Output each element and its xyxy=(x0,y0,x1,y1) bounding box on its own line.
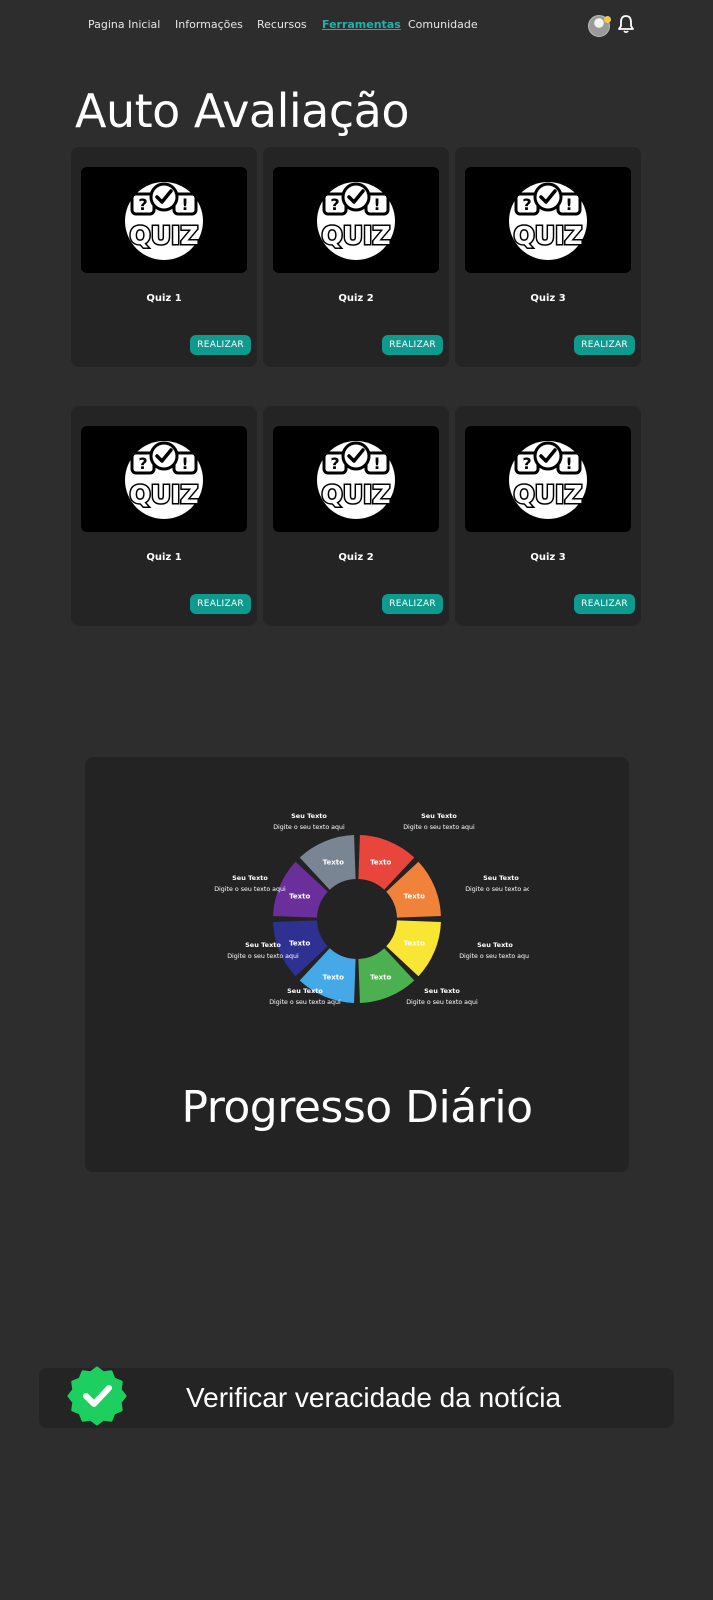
quiz-icon: ? ! QUIZ xyxy=(317,182,395,260)
quiz-image: ? ! QUIZ xyxy=(465,167,631,273)
badge-shape xyxy=(67,1366,127,1426)
wheel-callout-title: Seu Texto xyxy=(291,812,327,820)
quiz-card: ? ! QUIZ Quiz 2 REALIZAR xyxy=(263,406,449,626)
svg-text:!: ! xyxy=(565,454,572,473)
status-dot xyxy=(604,16,611,23)
quiz-image-text: QUIZ xyxy=(130,480,199,509)
realizar-button[interactable]: REALIZAR xyxy=(190,594,251,614)
quiz-card: ? ! QUIZ Quiz 1 REALIZAR xyxy=(71,147,257,367)
svg-text:?: ? xyxy=(522,454,531,473)
realizar-button[interactable]: REALIZAR xyxy=(574,594,635,614)
wheel-callout-body: Digite o seu texto aqui xyxy=(227,953,299,960)
realizar-button[interactable]: REALIZAR xyxy=(190,335,251,355)
quiz-title: Quiz 2 xyxy=(338,293,374,304)
nav-link-recursos[interactable]: Recursos xyxy=(257,18,307,31)
bell-icon[interactable] xyxy=(617,14,635,34)
verify-news-label: Verificar veracidade da notícia xyxy=(186,1382,562,1413)
progress-title: Progresso Diário xyxy=(181,1082,533,1133)
svg-text:!: ! xyxy=(181,195,188,214)
quiz-image-text: QUIZ xyxy=(514,480,583,509)
wheel-callout-title: Seu Texto xyxy=(424,987,460,995)
wheel-callout-body: Digite o seu texto aqui xyxy=(269,999,341,1006)
wheel-callout-body: Digite o seu texto aqui xyxy=(214,886,286,893)
nav-link-pagina-inicial[interactable]: Pagina Inicial xyxy=(88,18,160,31)
progress-wheel: Texto Texto Texto Texto Texto Texto Texto Texto… xyxy=(214,812,529,1006)
quiz-icon: ? ! QUIZ xyxy=(509,441,587,519)
wheel-callout-body: Digite o seu texto aqui xyxy=(465,886,529,893)
realizar-button[interactable]: REALIZAR xyxy=(382,335,443,355)
svg-text:!: ! xyxy=(373,454,380,473)
wheel-segment-label: Texto xyxy=(289,892,310,900)
nav-link-comunidade[interactable]: Comunidade xyxy=(408,18,478,31)
wheel-callout: Seu Texto Digite o seu texto aqui xyxy=(403,812,475,831)
quiz-image: ? ! QUIZ xyxy=(465,426,631,532)
svg-text:?: ? xyxy=(522,195,531,214)
wheel-callout: Seu Texto Digite o seu texto aqui xyxy=(459,941,529,960)
quiz-image: ? ! QUIZ xyxy=(273,426,439,532)
quiz-card: ? ! QUIZ Quiz 2 REALIZAR xyxy=(263,147,449,367)
realizar-button[interactable]: REALIZAR xyxy=(382,594,443,614)
wheel-callout-title: Seu Texto xyxy=(245,941,281,949)
quiz-title: Quiz 3 xyxy=(530,552,566,563)
wheel-segment-label: Texto xyxy=(323,973,344,981)
quiz-title: Quiz 2 xyxy=(338,552,374,563)
wheel-callout: Seu Texto Digite o seu texto aqui xyxy=(465,874,529,893)
wheel-segment-label: Texto xyxy=(323,859,344,867)
quiz-title: Quiz 1 xyxy=(146,293,182,304)
svg-text:!: ! xyxy=(565,195,572,214)
quiz-image: ? ! QUIZ xyxy=(81,426,247,532)
quiz-card: ? ! QUIZ Quiz 3 REALIZAR xyxy=(455,406,641,626)
nav-link-informacoes[interactable]: Informações xyxy=(175,18,243,31)
wheel-segment-label: Texto xyxy=(404,892,425,900)
quiz-image-text: QUIZ xyxy=(130,221,199,250)
quiz-image-text: QUIZ xyxy=(514,221,583,250)
nav-link-ferramentas[interactable]: Ferramentas xyxy=(322,18,401,31)
wheel-callout-title: Seu Texto xyxy=(287,987,323,995)
verified-check-icon xyxy=(67,1366,127,1426)
svg-text:?: ? xyxy=(138,454,147,473)
quiz-title: Quiz 3 xyxy=(530,293,566,304)
progress-panel: Texto Texto Texto Texto Texto Texto Texto Texto… xyxy=(85,757,629,1172)
wheel-callout-body: Digite o seu texto aqui xyxy=(403,824,475,831)
quiz-icon: ? ! QUIZ xyxy=(125,182,203,260)
wheel-callout: Seu Texto Digite o seu texto aqui xyxy=(273,812,345,831)
verify-news-button[interactable]: Verificar veracidade da notícia xyxy=(39,1366,674,1428)
wheel-callout: Seu Texto Digite o seu texto aqui xyxy=(214,874,286,893)
quiz-card: ? ! QUIZ Quiz 3 REALIZAR xyxy=(455,147,641,367)
quiz-icon: ? ! QUIZ xyxy=(317,441,395,519)
quiz-title: Quiz 1 xyxy=(146,552,182,563)
wheel-callout-title: Seu Texto xyxy=(477,941,513,949)
svg-text:?: ? xyxy=(330,195,339,214)
page-title: Auto Avaliação xyxy=(75,84,409,138)
quiz-icon: ? ! QUIZ xyxy=(125,441,203,519)
quiz-image: ? ! QUIZ xyxy=(81,167,247,273)
realizar-button[interactable]: REALIZAR xyxy=(574,335,635,355)
wheel-callout-body: Digite o seu texto aqui xyxy=(459,953,529,960)
quiz-image: ? ! QUIZ xyxy=(273,167,439,273)
wheel-callout-body: Digite o seu texto aqui xyxy=(406,999,478,1006)
wheel-segment-label: Texto xyxy=(370,859,391,867)
svg-text:?: ? xyxy=(330,454,339,473)
quiz-image-text: QUIZ xyxy=(322,480,391,509)
wheel-callout-title: Seu Texto xyxy=(232,874,268,882)
quiz-image-text: QUIZ xyxy=(322,221,391,250)
svg-text:?: ? xyxy=(138,195,147,214)
svg-text:!: ! xyxy=(373,195,380,214)
svg-text:!: ! xyxy=(181,454,188,473)
wheel-segment-label: Texto xyxy=(289,940,310,948)
wheel-callout-title: Seu Texto xyxy=(483,874,519,882)
wheel-callout-title: Seu Texto xyxy=(421,812,457,820)
wheel-segment-label: Texto xyxy=(404,940,425,948)
quiz-card: ? ! QUIZ Quiz 1 REALIZAR xyxy=(71,406,257,626)
wheel-segment-label: Texto xyxy=(370,973,391,981)
top-navigation: Pagina Inicial Informações Recursos Ferr… xyxy=(0,14,713,37)
wheel-callout: Seu Texto Digite o seu texto aqui xyxy=(406,987,478,1006)
quiz-icon: ? ! QUIZ xyxy=(509,182,587,260)
wheel-callout-body: Digite o seu texto aqui xyxy=(273,824,345,831)
